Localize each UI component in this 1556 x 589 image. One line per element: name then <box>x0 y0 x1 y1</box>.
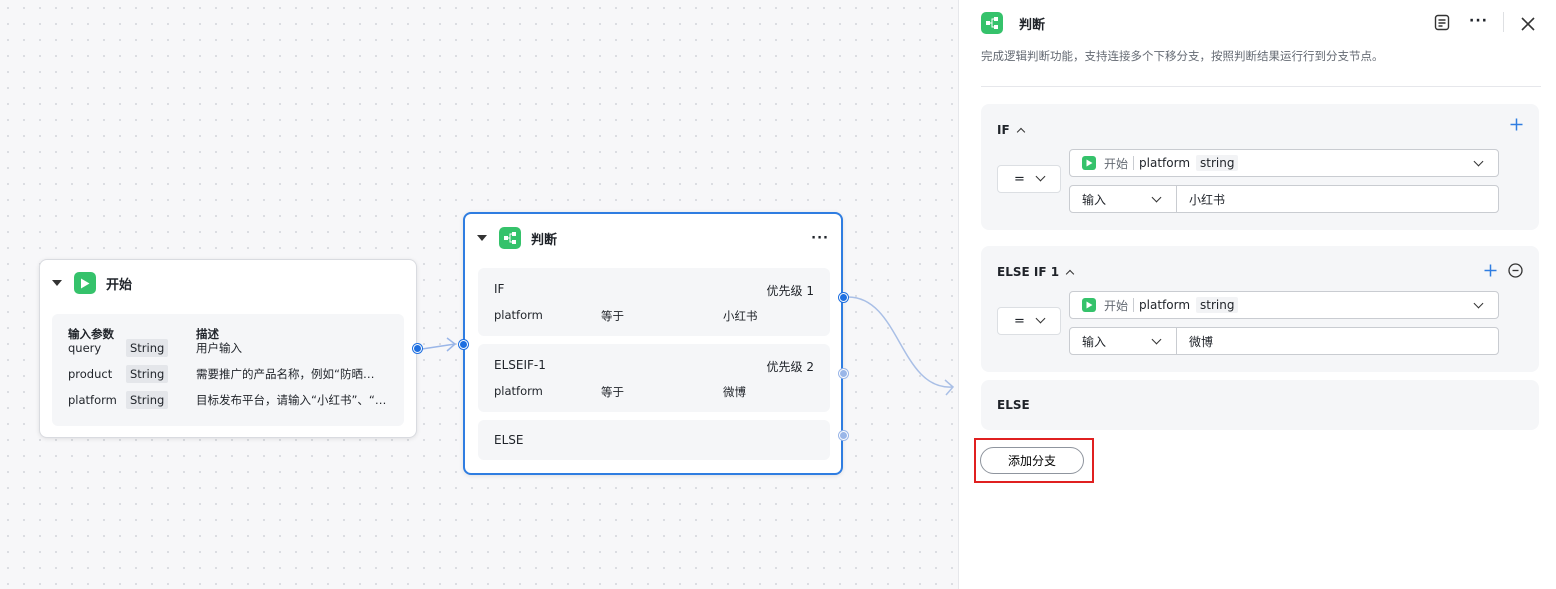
value-type-select[interactable]: 输入 <box>1069 185 1177 213</box>
branch-elseif[interactable]: ELSEIF-1 优先级 2 platform 等于 微博 <box>478 344 830 412</box>
toolbar-divider <box>1503 12 1504 32</box>
value-input[interactable]: 微博 <box>1176 327 1499 355</box>
panel-title: 判断 <box>1019 17 1046 33</box>
param-type: String <box>126 391 169 409</box>
param-row: platform String 目标发布平台，请输入“小红书”、“… <box>68 391 388 418</box>
param-type: String <box>126 365 169 383</box>
start-node[interactable]: 开始 输入参数 描述 query String 用户输入 product Str… <box>39 259 417 438</box>
separator <box>1133 156 1135 170</box>
branch-priority: 优先级 1 <box>766 284 814 298</box>
chevron-down-icon <box>1035 313 1046 323</box>
variable-select[interactable]: 开始 platform string <box>1069 149 1499 177</box>
chevron-up-icon[interactable] <box>1016 127 1025 137</box>
variable-source: 开始 <box>1104 156 1129 171</box>
if-card-title[interactable]: IF <box>997 123 1025 137</box>
play-icon <box>74 272 96 294</box>
card-title-text: IF <box>997 123 1010 137</box>
branch-priority: 优先级 2 <box>766 360 814 374</box>
value-type: 输入 <box>1082 192 1107 207</box>
param-name: query <box>68 341 102 355</box>
else-card: ELSE <box>981 380 1539 430</box>
chevron-down-icon <box>1035 171 1046 181</box>
add-branch-button[interactable]: 添加分支 <box>980 447 1084 474</box>
branch-else[interactable]: ELSE <box>478 420 830 460</box>
chevron-down-icon <box>1151 334 1162 345</box>
variable-source: 开始 <box>1104 298 1129 313</box>
divider <box>981 86 1541 87</box>
value-input[interactable]: 小红书 <box>1176 185 1499 213</box>
param-desc: 用户输入 <box>196 341 242 355</box>
condition-node-title: 判断 <box>531 232 558 248</box>
param-desc: 需要推广的产品名称，例如“防晒… <box>196 367 375 381</box>
remove-branch-icon[interactable] <box>1508 263 1523 281</box>
condition-node[interactable]: 判断 ··· IF 优先级 1 platform 等于 小红书 ELSEIF-1… <box>463 212 843 475</box>
close-icon[interactable] <box>1521 17 1535 34</box>
elseif-card: ELSE IF 1 = 开始 platform string 输入 微博 <box>981 246 1539 372</box>
condition-input-port[interactable] <box>459 340 468 349</box>
branch-icon <box>499 227 521 249</box>
if-card: IF = 开始 platform string 输入 小红书 <box>981 104 1539 230</box>
panel-description: 完成逻辑判断功能，支持连接多个下移分支，按照判断结果运行行到分支节点。 <box>981 49 1384 63</box>
variable-type: string <box>1196 297 1239 313</box>
separator <box>1133 298 1135 312</box>
play-icon <box>1082 298 1096 312</box>
elseif-output-port[interactable] <box>839 369 848 378</box>
branch-var: platform <box>494 308 543 322</box>
elseif-card-title[interactable]: ELSE IF 1 <box>997 265 1075 279</box>
branch-op: 等于 <box>601 309 624 323</box>
variable-name: platform <box>1139 298 1191 312</box>
branch-op: 等于 <box>601 385 624 399</box>
value-type-select[interactable]: 输入 <box>1069 327 1177 355</box>
play-icon <box>1082 156 1096 170</box>
else-card-title: ELSE <box>997 398 1030 412</box>
variable-name: platform <box>1139 156 1191 170</box>
collapse-caret-icon[interactable] <box>477 235 487 241</box>
branch-title: IF <box>494 282 505 296</box>
operator-value: = <box>1014 171 1025 187</box>
more-icon[interactable]: ··· <box>1469 13 1488 29</box>
branch-title: ELSE <box>494 433 524 447</box>
more-icon[interactable]: ··· <box>811 231 829 246</box>
variable-select[interactable]: 开始 platform string <box>1069 291 1499 319</box>
add-condition-icon[interactable] <box>1484 264 1497 280</box>
value-text: 小红书 <box>1189 192 1226 207</box>
condition-config-panel: 判断 ··· 完成逻辑判断功能，支持连接多个下移分支，按照判断结果运行行到分支节… <box>958 0 1556 589</box>
branch-var: platform <box>494 384 543 398</box>
note-icon[interactable] <box>1434 14 1450 34</box>
chevron-down-icon <box>1473 298 1484 309</box>
branch-if[interactable]: IF 优先级 1 platform 等于 小红书 <box>478 268 830 336</box>
branch-value: 微博 <box>723 385 746 399</box>
collapse-caret-icon[interactable] <box>52 280 62 286</box>
param-row: product String 需要推广的产品名称，例如“防晒… <box>68 365 388 392</box>
chevron-up-icon[interactable] <box>1065 269 1075 279</box>
param-type: String <box>126 339 169 357</box>
branch-icon <box>981 12 1003 34</box>
param-name: platform <box>68 393 117 407</box>
branch-value: 小红书 <box>723 309 758 323</box>
params-table: 输入参数 描述 query String 用户输入 product String… <box>52 314 404 426</box>
operator-select[interactable]: = <box>997 307 1061 335</box>
chevron-down-icon <box>1473 156 1484 167</box>
param-name: product <box>68 367 113 381</box>
operator-select[interactable]: = <box>997 165 1061 193</box>
card-title-text: ELSE IF 1 <box>997 265 1060 279</box>
value-text: 微博 <box>1189 334 1214 349</box>
operator-value: = <box>1014 313 1025 329</box>
value-type: 输入 <box>1082 334 1107 349</box>
branch-title: ELSEIF-1 <box>494 358 546 372</box>
add-condition-icon[interactable] <box>1510 118 1523 134</box>
workflow-canvas[interactable]: 开始 输入参数 描述 query String 用户输入 product Str… <box>0 0 958 589</box>
else-output-port[interactable] <box>839 431 848 440</box>
start-node-title: 开始 <box>106 277 133 293</box>
param-row: query String 用户输入 <box>68 339 388 366</box>
param-desc: 目标发布平台，请输入“小红书”、“… <box>196 393 387 407</box>
start-output-port[interactable] <box>413 344 422 353</box>
if-output-port[interactable] <box>839 293 848 302</box>
chevron-down-icon <box>1151 192 1162 203</box>
variable-type: string <box>1196 155 1239 171</box>
